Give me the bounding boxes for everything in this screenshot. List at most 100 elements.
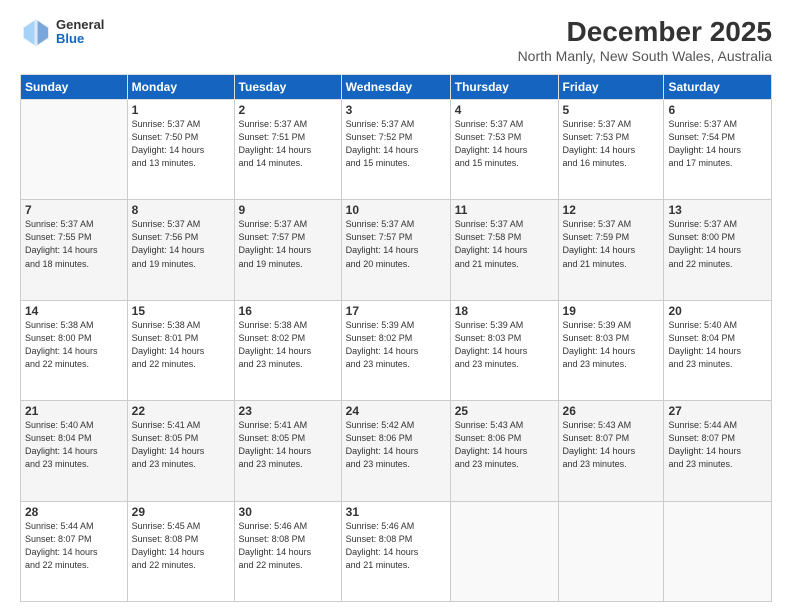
day-number: 14 [25, 304, 123, 318]
month-title: December 2025 [518, 16, 772, 48]
day-info: Sunrise: 5:37 AM Sunset: 7:57 PM Dayligh… [346, 218, 446, 270]
day-of-week-header: Tuesday [234, 75, 341, 100]
day-info: Sunrise: 5:43 AM Sunset: 8:07 PM Dayligh… [563, 419, 660, 471]
calendar-cell: 3Sunrise: 5:37 AM Sunset: 7:52 PM Daylig… [341, 100, 450, 200]
header: General Blue December 2025 North Manly, … [20, 16, 772, 64]
day-number: 18 [455, 304, 554, 318]
calendar-cell: 20Sunrise: 5:40 AM Sunset: 8:04 PM Dayli… [664, 300, 772, 400]
calendar-table: SundayMondayTuesdayWednesdayThursdayFrid… [20, 74, 772, 602]
location: North Manly, New South Wales, Australia [518, 48, 772, 64]
day-info: Sunrise: 5:39 AM Sunset: 8:02 PM Dayligh… [346, 319, 446, 371]
day-info: Sunrise: 5:41 AM Sunset: 8:05 PM Dayligh… [132, 419, 230, 471]
calendar-week-row: 1Sunrise: 5:37 AM Sunset: 7:50 PM Daylig… [21, 100, 772, 200]
day-number: 1 [132, 103, 230, 117]
day-of-week-header: Monday [127, 75, 234, 100]
calendar-cell: 27Sunrise: 5:44 AM Sunset: 8:07 PM Dayli… [664, 401, 772, 501]
day-number: 27 [668, 404, 767, 418]
day-info: Sunrise: 5:40 AM Sunset: 8:04 PM Dayligh… [668, 319, 767, 371]
day-info: Sunrise: 5:38 AM Sunset: 8:01 PM Dayligh… [132, 319, 230, 371]
calendar-cell: 30Sunrise: 5:46 AM Sunset: 8:08 PM Dayli… [234, 501, 341, 601]
day-info: Sunrise: 5:45 AM Sunset: 8:08 PM Dayligh… [132, 520, 230, 572]
calendar-cell: 13Sunrise: 5:37 AM Sunset: 8:00 PM Dayli… [664, 200, 772, 300]
page: General Blue December 2025 North Manly, … [0, 0, 792, 612]
calendar-cell: 21Sunrise: 5:40 AM Sunset: 8:04 PM Dayli… [21, 401, 128, 501]
day-info: Sunrise: 5:41 AM Sunset: 8:05 PM Dayligh… [239, 419, 337, 471]
logo: General Blue [20, 16, 104, 48]
day-info: Sunrise: 5:42 AM Sunset: 8:06 PM Dayligh… [346, 419, 446, 471]
day-number: 13 [668, 203, 767, 217]
day-info: Sunrise: 5:37 AM Sunset: 7:50 PM Dayligh… [132, 118, 230, 170]
day-info: Sunrise: 5:37 AM Sunset: 7:52 PM Dayligh… [346, 118, 446, 170]
day-number: 20 [668, 304, 767, 318]
day-number: 10 [346, 203, 446, 217]
calendar-cell: 22Sunrise: 5:41 AM Sunset: 8:05 PM Dayli… [127, 401, 234, 501]
day-info: Sunrise: 5:44 AM Sunset: 8:07 PM Dayligh… [668, 419, 767, 471]
calendar-cell: 29Sunrise: 5:45 AM Sunset: 8:08 PM Dayli… [127, 501, 234, 601]
day-number: 11 [455, 203, 554, 217]
day-number: 30 [239, 505, 337, 519]
day-info: Sunrise: 5:38 AM Sunset: 8:00 PM Dayligh… [25, 319, 123, 371]
logo-text: General Blue [56, 18, 104, 47]
day-of-week-header: Friday [558, 75, 664, 100]
day-number: 15 [132, 304, 230, 318]
day-number: 4 [455, 103, 554, 117]
day-number: 31 [346, 505, 446, 519]
calendar-cell [450, 501, 558, 601]
calendar-cell: 10Sunrise: 5:37 AM Sunset: 7:57 PM Dayli… [341, 200, 450, 300]
day-of-week-header: Saturday [664, 75, 772, 100]
day-number: 2 [239, 103, 337, 117]
calendar-week-row: 14Sunrise: 5:38 AM Sunset: 8:00 PM Dayli… [21, 300, 772, 400]
logo-general-text: General [56, 18, 104, 32]
calendar-week-row: 28Sunrise: 5:44 AM Sunset: 8:07 PM Dayli… [21, 501, 772, 601]
calendar-cell: 15Sunrise: 5:38 AM Sunset: 8:01 PM Dayli… [127, 300, 234, 400]
calendar-cell: 11Sunrise: 5:37 AM Sunset: 7:58 PM Dayli… [450, 200, 558, 300]
day-info: Sunrise: 5:46 AM Sunset: 8:08 PM Dayligh… [239, 520, 337, 572]
day-number: 29 [132, 505, 230, 519]
calendar-cell: 18Sunrise: 5:39 AM Sunset: 8:03 PM Dayli… [450, 300, 558, 400]
calendar-cell [558, 501, 664, 601]
day-number: 7 [25, 203, 123, 217]
calendar-cell: 1Sunrise: 5:37 AM Sunset: 7:50 PM Daylig… [127, 100, 234, 200]
calendar-cell: 25Sunrise: 5:43 AM Sunset: 8:06 PM Dayli… [450, 401, 558, 501]
day-info: Sunrise: 5:37 AM Sunset: 7:56 PM Dayligh… [132, 218, 230, 270]
day-info: Sunrise: 5:37 AM Sunset: 7:53 PM Dayligh… [563, 118, 660, 170]
calendar-cell: 24Sunrise: 5:42 AM Sunset: 8:06 PM Dayli… [341, 401, 450, 501]
day-number: 19 [563, 304, 660, 318]
calendar-week-row: 21Sunrise: 5:40 AM Sunset: 8:04 PM Dayli… [21, 401, 772, 501]
calendar-cell: 6Sunrise: 5:37 AM Sunset: 7:54 PM Daylig… [664, 100, 772, 200]
day-number: 5 [563, 103, 660, 117]
calendar-cell: 2Sunrise: 5:37 AM Sunset: 7:51 PM Daylig… [234, 100, 341, 200]
day-number: 23 [239, 404, 337, 418]
calendar-cell: 16Sunrise: 5:38 AM Sunset: 8:02 PM Dayli… [234, 300, 341, 400]
calendar-header-row: SundayMondayTuesdayWednesdayThursdayFrid… [21, 75, 772, 100]
day-info: Sunrise: 5:39 AM Sunset: 8:03 PM Dayligh… [563, 319, 660, 371]
calendar-cell: 5Sunrise: 5:37 AM Sunset: 7:53 PM Daylig… [558, 100, 664, 200]
day-info: Sunrise: 5:37 AM Sunset: 7:57 PM Dayligh… [239, 218, 337, 270]
day-info: Sunrise: 5:43 AM Sunset: 8:06 PM Dayligh… [455, 419, 554, 471]
day-number: 17 [346, 304, 446, 318]
logo-icon [20, 16, 52, 48]
day-number: 25 [455, 404, 554, 418]
day-of-week-header: Thursday [450, 75, 558, 100]
day-of-week-header: Wednesday [341, 75, 450, 100]
calendar-cell [21, 100, 128, 200]
day-info: Sunrise: 5:37 AM Sunset: 7:53 PM Dayligh… [455, 118, 554, 170]
day-info: Sunrise: 5:37 AM Sunset: 8:00 PM Dayligh… [668, 218, 767, 270]
day-number: 12 [563, 203, 660, 217]
calendar-week-row: 7Sunrise: 5:37 AM Sunset: 7:55 PM Daylig… [21, 200, 772, 300]
day-info: Sunrise: 5:37 AM Sunset: 7:55 PM Dayligh… [25, 218, 123, 270]
day-of-week-header: Sunday [21, 75, 128, 100]
day-number: 26 [563, 404, 660, 418]
calendar-cell: 7Sunrise: 5:37 AM Sunset: 7:55 PM Daylig… [21, 200, 128, 300]
day-info: Sunrise: 5:40 AM Sunset: 8:04 PM Dayligh… [25, 419, 123, 471]
calendar-cell: 9Sunrise: 5:37 AM Sunset: 7:57 PM Daylig… [234, 200, 341, 300]
calendar-cell: 23Sunrise: 5:41 AM Sunset: 8:05 PM Dayli… [234, 401, 341, 501]
day-number: 24 [346, 404, 446, 418]
day-number: 28 [25, 505, 123, 519]
day-number: 22 [132, 404, 230, 418]
day-info: Sunrise: 5:38 AM Sunset: 8:02 PM Dayligh… [239, 319, 337, 371]
title-section: December 2025 North Manly, New South Wal… [518, 16, 772, 64]
calendar-cell: 28Sunrise: 5:44 AM Sunset: 8:07 PM Dayli… [21, 501, 128, 601]
calendar-cell: 19Sunrise: 5:39 AM Sunset: 8:03 PM Dayli… [558, 300, 664, 400]
day-number: 8 [132, 203, 230, 217]
